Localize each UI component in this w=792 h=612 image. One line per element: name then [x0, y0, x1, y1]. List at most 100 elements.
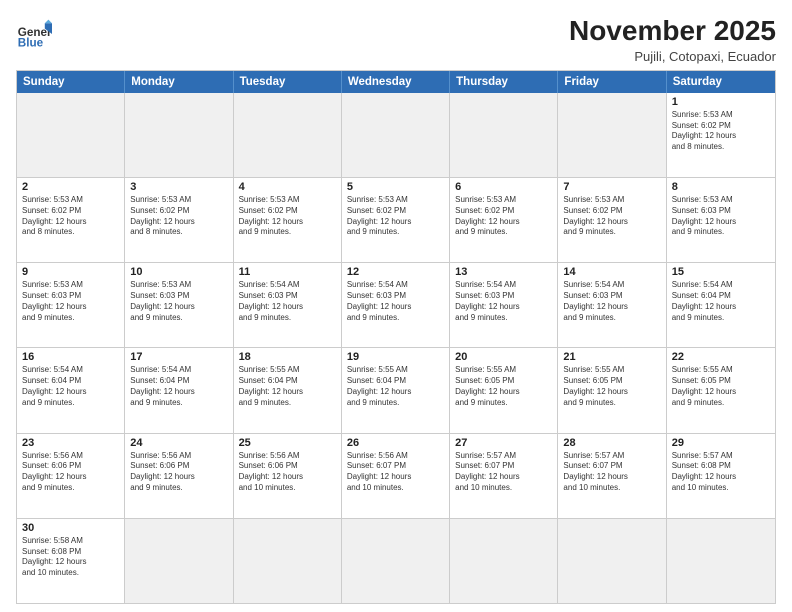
cal-cell — [450, 519, 558, 603]
day-number: 7 — [563, 181, 660, 193]
cal-cell: 1 Sunrise: 5:53 AM Sunset: 6:02 PM Daylig… — [667, 93, 775, 177]
day-number: 16 — [22, 351, 119, 363]
cal-cell: 11 Sunrise: 5:54 AM Sunset: 6:03 PM Dayli… — [234, 263, 342, 347]
day-info: Sunrise: 5:57 AM Sunset: 6:07 PM Dayligh… — [563, 451, 660, 494]
day-info: Sunrise: 5:54 AM Sunset: 6:04 PM Dayligh… — [672, 280, 770, 323]
cal-cell: 23 Sunrise: 5:56 AM Sunset: 6:06 PM Dayli… — [17, 434, 125, 518]
day-number: 14 — [563, 266, 660, 278]
cal-cell — [558, 93, 666, 177]
subtitle: Pujili, Cotopaxi, Ecuador — [569, 49, 776, 64]
cal-row-0: 1 Sunrise: 5:53 AM Sunset: 6:02 PM Daylig… — [17, 93, 775, 177]
day-number: 28 — [563, 437, 660, 449]
cal-cell: 22 Sunrise: 5:55 AM Sunset: 6:05 PM Dayli… — [667, 348, 775, 432]
cal-cell: 21 Sunrise: 5:55 AM Sunset: 6:05 PM Dayli… — [558, 348, 666, 432]
cal-cell: 29 Sunrise: 5:57 AM Sunset: 6:08 PM Dayli… — [667, 434, 775, 518]
day-number: 8 — [672, 181, 770, 193]
day-info: Sunrise: 5:57 AM Sunset: 6:08 PM Dayligh… — [672, 451, 770, 494]
cal-cell: 20 Sunrise: 5:55 AM Sunset: 6:05 PM Dayli… — [450, 348, 558, 432]
day-number: 12 — [347, 266, 444, 278]
cal-cell: 25 Sunrise: 5:56 AM Sunset: 6:06 PM Dayli… — [234, 434, 342, 518]
day-number: 25 — [239, 437, 336, 449]
day-number: 3 — [130, 181, 227, 193]
month-title: November 2025 — [569, 16, 776, 47]
day-number: 26 — [347, 437, 444, 449]
calendar: SundayMondayTuesdayWednesdayThursdayFrid… — [16, 70, 776, 604]
cal-cell: 15 Sunrise: 5:54 AM Sunset: 6:04 PM Dayli… — [667, 263, 775, 347]
calendar-header: SundayMondayTuesdayWednesdayThursdayFrid… — [17, 71, 775, 93]
cal-header-day-tuesday: Tuesday — [234, 71, 342, 93]
cal-cell: 17Sunrise: 5:54 AM Sunset: 6:04 PM Dayli… — [125, 348, 233, 432]
cal-cell: 14 Sunrise: 5:54 AM Sunset: 6:03 PM Dayli… — [558, 263, 666, 347]
cal-cell: 6Sunrise: 5:53 AM Sunset: 6:02 PM Daylig… — [450, 178, 558, 262]
cal-cell — [125, 93, 233, 177]
day-info: Sunrise: 5:57 AM Sunset: 6:07 PM Dayligh… — [455, 451, 552, 494]
cal-row-3: 16 Sunrise: 5:54 AM Sunset: 6:04 PM Dayli… — [17, 347, 775, 432]
day-number: 6 — [455, 181, 552, 193]
day-number: 23 — [22, 437, 119, 449]
cal-cell — [558, 519, 666, 603]
cal-cell: 4Sunrise: 5:53 AM Sunset: 6:02 PM Daylig… — [234, 178, 342, 262]
day-info: Sunrise: 5:54 AM Sunset: 6:03 PM Dayligh… — [347, 280, 444, 323]
header: General Blue November 2025 Pujili, Cotop… — [16, 16, 776, 64]
cal-cell: 27Sunrise: 5:57 AM Sunset: 6:07 PM Dayli… — [450, 434, 558, 518]
generalblue-logo-icon: General Blue — [16, 16, 52, 52]
day-info: Sunrise: 5:56 AM Sunset: 6:06 PM Dayligh… — [130, 451, 227, 494]
cal-header-day-wednesday: Wednesday — [342, 71, 450, 93]
day-number: 20 — [455, 351, 552, 363]
cal-cell — [450, 93, 558, 177]
day-number: 22 — [672, 351, 770, 363]
day-info: Sunrise: 5:54 AM Sunset: 6:03 PM Dayligh… — [239, 280, 336, 323]
cal-cell — [17, 93, 125, 177]
page: General Blue November 2025 Pujili, Cotop… — [0, 0, 792, 612]
day-number: 30 — [22, 522, 119, 534]
cal-cell — [667, 519, 775, 603]
day-info: Sunrise: 5:56 AM Sunset: 6:07 PM Dayligh… — [347, 451, 444, 494]
day-info: Sunrise: 5:53 AM Sunset: 6:02 PM Dayligh… — [563, 195, 660, 238]
day-info: Sunrise: 5:56 AM Sunset: 6:06 PM Dayligh… — [239, 451, 336, 494]
cal-cell: 7 Sunrise: 5:53 AM Sunset: 6:02 PM Daylig… — [558, 178, 666, 262]
day-info: Sunrise: 5:54 AM Sunset: 6:04 PM Dayligh… — [22, 365, 119, 408]
cal-cell: 19Sunrise: 5:55 AM Sunset: 6:04 PM Dayli… — [342, 348, 450, 432]
day-number: 18 — [239, 351, 336, 363]
day-info: Sunrise: 5:55 AM Sunset: 6:05 PM Dayligh… — [455, 365, 552, 408]
cal-row-5: 30Sunrise: 5:58 AM Sunset: 6:08 PM Dayli… — [17, 518, 775, 603]
day-number: 10 — [130, 266, 227, 278]
day-info: Sunrise: 5:56 AM Sunset: 6:06 PM Dayligh… — [22, 451, 119, 494]
day-info: Sunrise: 5:55 AM Sunset: 6:05 PM Dayligh… — [672, 365, 770, 408]
cal-header-day-sunday: Sunday — [17, 71, 125, 93]
cal-header-day-friday: Friday — [558, 71, 666, 93]
cal-row-4: 23 Sunrise: 5:56 AM Sunset: 6:06 PM Dayli… — [17, 433, 775, 518]
cal-cell: 13Sunrise: 5:54 AM Sunset: 6:03 PM Dayli… — [450, 263, 558, 347]
cal-header-day-thursday: Thursday — [450, 71, 558, 93]
cal-cell: 5Sunrise: 5:53 AM Sunset: 6:02 PM Daylig… — [342, 178, 450, 262]
day-number: 15 — [672, 266, 770, 278]
cal-cell: 12 Sunrise: 5:54 AM Sunset: 6:03 PM Dayli… — [342, 263, 450, 347]
cal-cell: 24 Sunrise: 5:56 AM Sunset: 6:06 PM Dayli… — [125, 434, 233, 518]
logo: General Blue — [16, 16, 52, 52]
day-info: Sunrise: 5:53 AM Sunset: 6:03 PM Dayligh… — [672, 195, 770, 238]
day-info: Sunrise: 5:53 AM Sunset: 6:02 PM Dayligh… — [672, 110, 770, 153]
day-number: 24 — [130, 437, 227, 449]
day-info: Sunrise: 5:54 AM Sunset: 6:03 PM Dayligh… — [455, 280, 552, 323]
day-number: 4 — [239, 181, 336, 193]
cal-cell: 9Sunrise: 5:53 AM Sunset: 6:03 PM Daylig… — [17, 263, 125, 347]
calendar-body: 1 Sunrise: 5:53 AM Sunset: 6:02 PM Daylig… — [17, 93, 775, 603]
cal-cell: 2Sunrise: 5:53 AM Sunset: 6:02 PM Daylig… — [17, 178, 125, 262]
cal-header-day-monday: Monday — [125, 71, 233, 93]
day-info: Sunrise: 5:54 AM Sunset: 6:03 PM Dayligh… — [563, 280, 660, 323]
cal-cell: 30Sunrise: 5:58 AM Sunset: 6:08 PM Dayli… — [17, 519, 125, 603]
day-number: 17 — [130, 351, 227, 363]
title-area: November 2025 Pujili, Cotopaxi, Ecuador — [569, 16, 776, 64]
day-number: 29 — [672, 437, 770, 449]
day-number: 11 — [239, 266, 336, 278]
day-number: 21 — [563, 351, 660, 363]
cal-cell: 26 Sunrise: 5:56 AM Sunset: 6:07 PM Dayli… — [342, 434, 450, 518]
cal-cell: 16 Sunrise: 5:54 AM Sunset: 6:04 PM Dayli… — [17, 348, 125, 432]
cal-cell — [234, 519, 342, 603]
day-number: 19 — [347, 351, 444, 363]
cal-row-1: 2Sunrise: 5:53 AM Sunset: 6:02 PM Daylig… — [17, 177, 775, 262]
day-info: Sunrise: 5:53 AM Sunset: 6:02 PM Dayligh… — [130, 195, 227, 238]
cal-cell: 18Sunrise: 5:55 AM Sunset: 6:04 PM Dayli… — [234, 348, 342, 432]
day-info: Sunrise: 5:55 AM Sunset: 6:05 PM Dayligh… — [563, 365, 660, 408]
day-number: 1 — [672, 96, 770, 108]
